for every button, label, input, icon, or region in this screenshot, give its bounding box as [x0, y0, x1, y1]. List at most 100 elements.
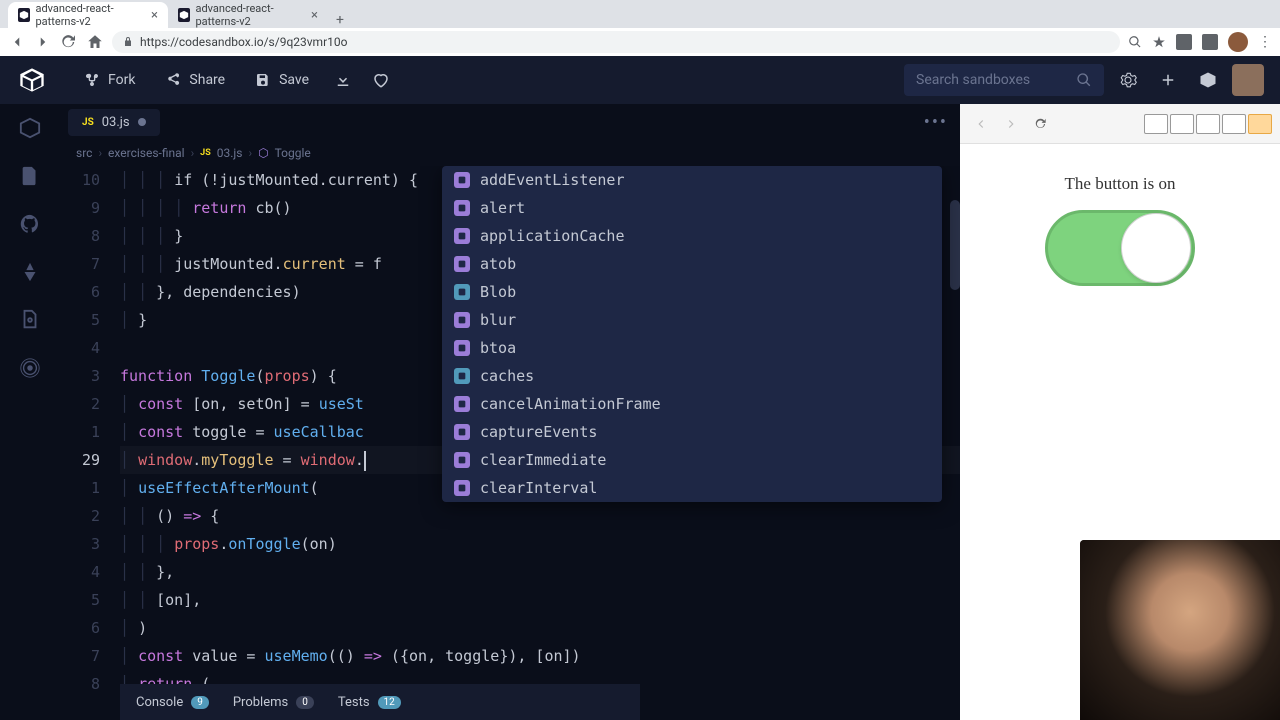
share-button[interactable]: Share — [153, 64, 237, 96]
tab-favicon-icon — [18, 8, 30, 22]
function-icon: ⬡ — [258, 146, 268, 160]
ac-kind-icon — [454, 172, 470, 188]
reload-icon[interactable] — [60, 33, 78, 51]
activity-sidebar — [0, 104, 60, 720]
toggle-switch[interactable] — [1045, 210, 1195, 286]
browser-tab-active[interactable]: advanced-react-patterns-v2 × — [8, 2, 168, 28]
codesandbox-logo-icon[interactable] — [16, 64, 48, 96]
url-text: https://codesandbox.io/s/9q23vmr10o — [140, 35, 347, 49]
tests-tab[interactable]: Tests 12 — [338, 695, 401, 710]
breadcrumb-part[interactable]: Toggle — [275, 146, 311, 160]
tests-badge: 12 — [378, 696, 401, 709]
extension-icon[interactable] — [1202, 34, 1218, 50]
sidebar-deploy-icon[interactable] — [18, 260, 42, 284]
dirty-indicator-icon — [138, 118, 146, 126]
layout-option-icon[interactable] — [1222, 114, 1246, 134]
download-icon — [334, 71, 352, 89]
layout-option-icon[interactable] — [1144, 114, 1168, 134]
autocomplete-item[interactable]: alert — [442, 194, 942, 222]
new-tab-button[interactable]: + — [328, 12, 352, 28]
problems-tab[interactable]: Problems 0 — [233, 695, 314, 710]
back-icon[interactable] — [8, 33, 26, 51]
console-tab[interactable]: Console 9 — [136, 695, 209, 710]
tab-title: advanced-react-patterns-v2 — [196, 2, 306, 28]
autocomplete-item[interactable]: clearInterval — [442, 474, 942, 502]
share-icon — [165, 72, 181, 88]
search-input[interactable]: Search sandboxes — [904, 64, 1104, 96]
layout-option-icon[interactable] — [1170, 114, 1194, 134]
star-icon[interactable] — [1152, 35, 1166, 49]
fork-button[interactable]: Fork — [72, 64, 147, 96]
autocomplete-item[interactable]: addEventListener — [442, 166, 942, 194]
autocomplete-item[interactable]: Blob — [442, 278, 942, 306]
ac-kind-icon — [454, 368, 470, 384]
save-button[interactable]: Save — [243, 64, 321, 96]
editor-scrollbar[interactable] — [950, 200, 960, 290]
console-badge: 9 — [191, 696, 209, 709]
layout-option-icon[interactable] — [1248, 114, 1272, 134]
url-field[interactable]: https://codesandbox.io/s/9q23vmr10o — [112, 31, 1120, 53]
ac-kind-icon — [454, 396, 470, 412]
autocomplete-item[interactable]: applicationCache — [442, 222, 942, 250]
preview-forward-button[interactable] — [998, 111, 1024, 137]
file-tab-name: 03.js — [102, 115, 130, 130]
tab-title: advanced-react-patterns-v2 — [36, 2, 146, 28]
browser-tab-bar: advanced-react-patterns-v2 × advanced-re… — [0, 0, 1280, 28]
save-icon — [255, 72, 271, 88]
user-avatar[interactable] — [1232, 64, 1264, 96]
extension-icon[interactable] — [1176, 34, 1192, 50]
breadcrumb-part[interactable]: 03.js — [217, 146, 243, 160]
preview-toolbar — [960, 104, 1280, 144]
problems-badge: 0 — [296, 696, 314, 709]
autocomplete-item[interactable]: atob — [442, 250, 942, 278]
autocomplete-item[interactable]: captureEvents — [442, 418, 942, 446]
js-badge-icon: JS — [82, 117, 94, 128]
tab-close-icon[interactable]: × — [151, 8, 158, 23]
add-button[interactable] — [1152, 64, 1184, 96]
layout-option-icon[interactable] — [1196, 114, 1220, 134]
sidebar-sandbox-icon[interactable] — [18, 116, 42, 140]
forward-icon[interactable] — [34, 33, 52, 51]
browser-tab-inactive[interactable]: advanced-react-patterns-v2 × — [168, 2, 328, 28]
browser-chrome: advanced-react-patterns-v2 × advanced-re… — [0, 0, 1280, 56]
cube-button[interactable] — [1192, 64, 1224, 96]
autocomplete-popup[interactable]: addEventListeneralertapplicationCacheato… — [442, 166, 942, 502]
autocomplete-item[interactable]: caches — [442, 362, 942, 390]
autocomplete-item[interactable]: clearImmediate — [442, 446, 942, 474]
file-tab-active[interactable]: JS 03.js — [68, 109, 160, 136]
profile-avatar[interactable] — [1228, 32, 1248, 52]
extension-icons: ⋮ — [1128, 32, 1272, 52]
sidebar-live-icon[interactable] — [18, 356, 42, 380]
sidebar-files-icon[interactable] — [18, 164, 42, 188]
settings-button[interactable] — [1112, 64, 1144, 96]
autocomplete-item[interactable]: cancelAnimationFrame — [442, 390, 942, 418]
tab-close-icon[interactable]: × — [311, 8, 318, 23]
fork-icon — [84, 72, 100, 88]
app-header: Fork Share Save Search sandboxes — [0, 56, 1280, 104]
preview-back-button[interactable] — [968, 111, 994, 137]
search-icon[interactable] — [1128, 35, 1142, 49]
toggle-knob — [1121, 213, 1191, 283]
preview-reload-button[interactable] — [1028, 111, 1054, 137]
ac-kind-icon — [454, 256, 470, 272]
address-bar: https://codesandbox.io/s/9q23vmr10o ⋮ — [0, 28, 1280, 56]
cube-icon — [1199, 71, 1217, 89]
like-button[interactable] — [365, 64, 397, 96]
sidebar-github-icon[interactable] — [18, 212, 42, 236]
ac-kind-icon — [454, 284, 470, 300]
autocomplete-item[interactable]: blur — [442, 306, 942, 334]
home-icon[interactable] — [86, 33, 104, 51]
code-editor[interactable]: 109876543212912345678 │ │ │ if (!justMou… — [60, 166, 960, 720]
autocomplete-item[interactable]: btoa — [442, 334, 942, 362]
menu-icon[interactable]: ⋮ — [1258, 34, 1272, 50]
ac-kind-icon — [454, 424, 470, 440]
ac-kind-icon — [454, 200, 470, 216]
breadcrumb-part[interactable]: exercises-final — [108, 146, 185, 160]
sidebar-config-icon[interactable] — [18, 308, 42, 332]
plus-icon — [1159, 71, 1177, 89]
breadcrumb-part[interactable]: src — [76, 146, 92, 160]
editor-area: JS 03.js ••• src › exercises-final › JS … — [60, 104, 960, 720]
editor-more-icon[interactable]: ••• — [924, 112, 948, 133]
download-button[interactable] — [327, 64, 359, 96]
code-lines[interactable]: │ │ │ if (!justMounted.current) {│ │ │ │… — [112, 166, 960, 720]
